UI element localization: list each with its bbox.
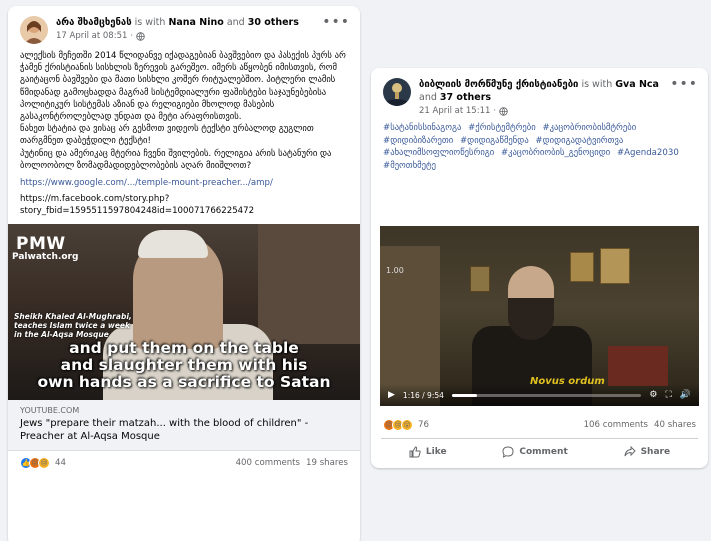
video-player[interactable]: 1.00 Novus ordum ▶ 1:16 / 9:54 ⚙ ⛶ 🔊 <box>380 226 699 406</box>
more-options-icon[interactable]: ••• <box>322 14 350 30</box>
hashtag-link[interactable]: #მეოთხმეტე <box>383 161 436 171</box>
action-bar: Like Comment Share <box>381 438 698 464</box>
pmw-logo: PMW <box>16 233 66 254</box>
reactions-count[interactable]: 76 <box>418 420 429 430</box>
story-url-text: https://m.facebook.com/story.php?story_f… <box>20 194 255 217</box>
pmw-site: Palwatch.org <box>12 251 79 262</box>
reactions-count[interactable]: 44 <box>55 458 66 468</box>
comment-button[interactable]: Comment <box>494 442 575 462</box>
globe-icon <box>136 32 145 41</box>
post-paragraph: ნახეთ სტატია და ვისაც არ გესმოთ ვიდეოს ტ… <box>20 124 314 147</box>
author-name[interactable]: ბიბლიის მორწმუნე ქრისტიანები <box>419 79 578 90</box>
share-button[interactable]: Share <box>616 442 679 462</box>
hashtag-link[interactable]: #ახალიმსოფლიოწესრიგი <box>383 148 494 158</box>
tagged-others[interactable]: 30 others <box>248 17 299 28</box>
speaker-caption: Sheikh Khaled Al-Mughrabi, teaches Islam… <box>14 311 132 339</box>
author-name[interactable]: არა შხამცხენას <box>56 17 132 28</box>
video-subtitle: and slaughter them with his <box>60 355 308 374</box>
like-button[interactable]: Like <box>401 442 455 462</box>
hashtag-link[interactable]: #სატანისსინაგოგა <box>383 123 461 133</box>
tagged-others[interactable]: 37 others <box>440 92 491 103</box>
video-controls: ▶ 1:16 / 9:54 ⚙ ⛶ 🔊 <box>380 384 699 406</box>
progress-fill <box>451 393 477 397</box>
post-card-1: არა შხამცხენას is with Nana Nino and 30 … <box>8 6 360 541</box>
tagged-user[interactable]: Gva Nca <box>615 79 659 90</box>
article-link[interactable]: https://www.google.com/.../temple-mount-… <box>20 177 348 189</box>
video-subtitle: own hands as a sacrifice to Satan <box>37 372 331 391</box>
play-icon[interactable]: ▶ <box>388 390 395 400</box>
post-card-2: ბიბლიის მორწმუნე ქრისტიანები is with Gva… <box>371 68 708 468</box>
post-date[interactable]: 17 April at 08:51 <box>56 30 127 43</box>
and-text: and <box>419 92 437 103</box>
hashtag-link[interactable]: #დიდიგაწმენდა <box>460 136 529 146</box>
comment-icon <box>502 445 514 458</box>
reactions[interactable]: 😡 😢 😮 76 <box>383 419 429 431</box>
hashtag-list: #სატანისსინაგოგა #ქრისტემტრები #კაცობრიო… <box>371 118 708 172</box>
globe-icon <box>499 107 508 116</box>
reactions[interactable]: 👍 😡 😢 44 <box>20 456 66 469</box>
hashtag-link[interactable]: #კაცობრიობისმტრები <box>542 123 636 133</box>
video-subtitle: and put them on the table <box>69 338 299 357</box>
sad-reaction-icon: 😢 <box>38 456 50 469</box>
and-text: and <box>226 17 245 28</box>
comments-count[interactable]: 400 comments <box>236 458 300 468</box>
hashtag-link[interactable]: #ქრისტემტრები <box>468 123 536 133</box>
with-text: is with <box>134 17 166 28</box>
wow-reaction-icon: 😮 <box>401 419 413 431</box>
post-paragraph: პუტინიც და ამერიკაც მტერია ჩვენი შვილები… <box>20 148 332 171</box>
date-separator: · <box>130 31 134 41</box>
like-label: Like <box>425 446 447 457</box>
comment-label: Comment <box>519 446 568 457</box>
hashtag-link[interactable]: #დიდიბიზარეთი <box>383 136 453 146</box>
settings-icon[interactable]: ⚙ <box>649 390 657 400</box>
post-stats: 😡 😢 😮 76 106 comments 40 shares <box>371 413 708 437</box>
post-stats: 👍 😡 😢 44 400 comments 19 shares <box>8 451 360 475</box>
author-avatar[interactable] <box>383 78 411 106</box>
comments-count[interactable]: 106 comments <box>584 420 648 430</box>
tagged-user[interactable]: Nana Nino <box>168 17 223 28</box>
link-title: Jews "prepare their matzah... with the b… <box>20 417 309 442</box>
post-paragraph: ალექსის მეჩეთში 2014 წლიდანვე იქადაგებია… <box>20 51 346 123</box>
progress-bar[interactable] <box>451 393 642 397</box>
post-date[interactable]: 21 April at 15:11 <box>419 105 490 118</box>
share-label: Share <box>640 446 671 457</box>
share-icon <box>624 445 636 456</box>
more-options-icon[interactable]: ••• <box>670 76 698 92</box>
author-avatar[interactable] <box>20 16 48 44</box>
with-text: is with <box>581 79 613 90</box>
date-separator: · <box>493 106 497 116</box>
link-domain: YOUTUBE.COM <box>20 405 80 415</box>
video-thumbnail[interactable]: PMW Palwatch.org Sheikh Khaled Al-Mughra… <box>8 223 360 400</box>
post-body: ალექსის მეჩეთში 2014 წლიდანვე იქადაგებია… <box>8 44 360 218</box>
fullscreen-icon[interactable]: ⛶ <box>665 390 671 400</box>
hashtag-link[interactable]: #Agenda2030 <box>617 148 679 158</box>
video-time: 1:16 / 9:54 <box>402 390 444 400</box>
volume-icon[interactable]: 🔊 <box>680 390 691 400</box>
video-sign-text: 1.00 <box>386 266 404 275</box>
shares-count[interactable]: 40 shares <box>654 420 696 430</box>
thumbs-up-icon <box>409 445 421 457</box>
post-header: არა შხამცხენას is with Nana Nino and 30 … <box>8 6 360 44</box>
hashtag-link[interactable]: #კაცობრიობის_გენოციდი <box>501 148 610 158</box>
post-header: ბიბლიის მორწმუნე ქრისტიანები is with Gva… <box>371 68 708 118</box>
hashtag-link[interactable]: #დიდიგადატვირთვა <box>535 136 623 146</box>
link-preview[interactable]: YOUTUBE.COM Jews "prepare their matzah..… <box>8 399 360 451</box>
shares-count[interactable]: 19 shares <box>306 458 348 468</box>
